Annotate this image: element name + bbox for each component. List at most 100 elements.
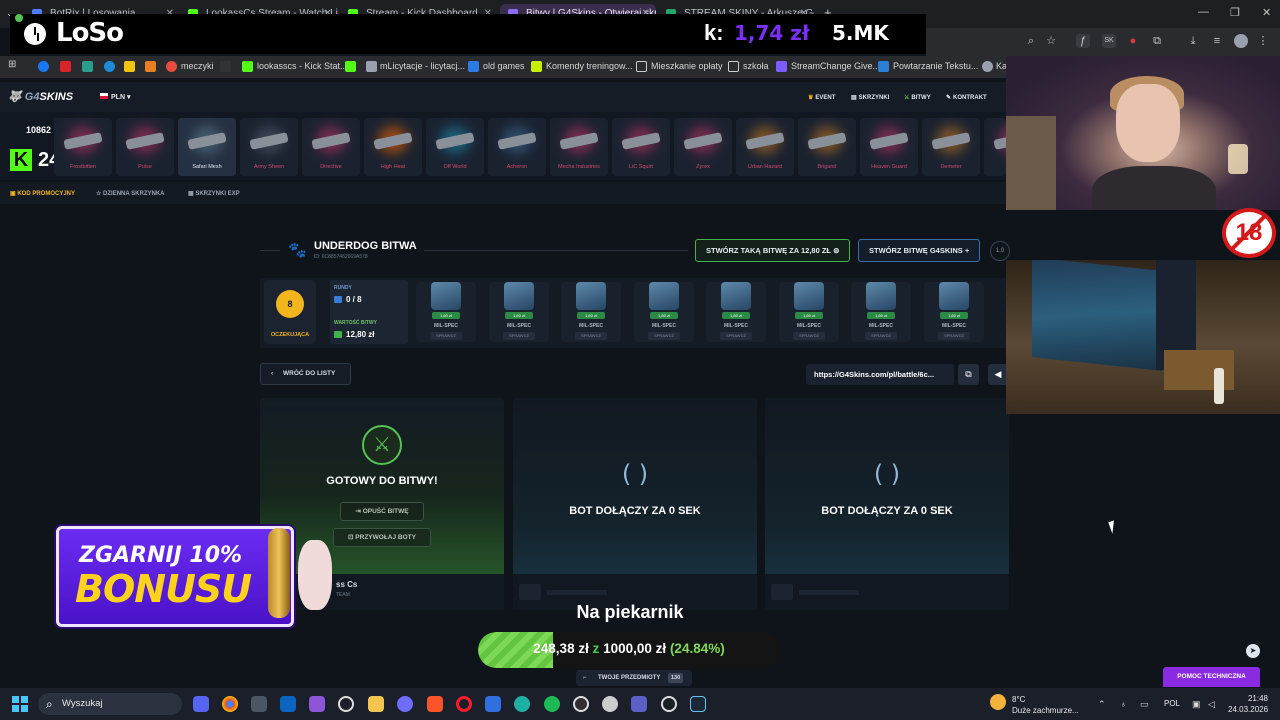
extension-icon[interactable]: SK [1102,34,1116,48]
your-items-button[interactable]: ⌐ TWOJE PRZEDMIOTY 130 [576,670,692,686]
folder-icon[interactable] [368,696,384,712]
bookmark-icon[interactable] [366,61,377,72]
weather-widget[interactable]: 8°C Duże zachmurze... [1012,694,1079,716]
bookmark-szkola[interactable]: szkoła [743,61,769,71]
leave-battle-button[interactable]: ⇥ OPUŚĆ BITWĘ [340,502,424,521]
brave-icon[interactable] [427,696,443,712]
keyboard-icon[interactable]: ▭ [1140,699,1149,710]
currency-select[interactable]: PLN ▾ [100,93,130,101]
store-icon[interactable] [251,696,267,712]
spotify-icon[interactable] [544,696,560,712]
nav-skrzynki[interactable]: ▤ SKRZYNKI [851,94,889,101]
app-icon[interactable] [602,696,618,712]
bookmark-meczyki[interactable]: meczyki [181,61,214,71]
bookmark-old-games[interactable]: old games [483,61,525,71]
bookmark-icon[interactable] [124,61,135,72]
round-case[interactable]: 1,60 zł MIL-SPEC SPRAWDŹ [706,282,766,342]
case-card[interactable]: Army Sheen [240,118,298,176]
case-card[interactable]: Off World [426,118,484,176]
nav-event[interactable]: ♛ EVENT [808,94,835,101]
folder-icon[interactable] [636,61,647,72]
nav-bitwy[interactable]: ⚔ BITWY [904,94,931,101]
telegram-icon[interactable]: ➤ [1246,644,1260,658]
taskbar-search[interactable]: Wyszukaj [38,693,182,715]
opera-icon[interactable] [456,696,472,712]
puzzle-icon[interactable]: ⧉ [1150,34,1164,48]
case-card[interactable]: Mecha Industries [550,118,608,176]
call-bots-button[interactable]: ⊡ PRZYWOŁAJ BOTY [333,528,431,547]
round-case[interactable]: 1,60 zł MIL-SPEC SPRAWDŹ [851,282,911,342]
speedometer-icon[interactable] [338,696,354,712]
weather-icon[interactable] [990,694,1006,710]
check-case-button[interactable]: SPRAWDŹ [720,332,752,340]
check-case-button[interactable]: SPRAWDŹ [575,332,607,340]
battle-link[interactable]: https://G4Skins.com/pl/battle/6c... [806,364,954,385]
visual-studio-icon[interactable] [309,696,325,712]
round-case[interactable]: 1,60 zł MIL-SPEC SPRAWDŹ [561,282,621,342]
daily-case-link[interactable]: ☆ DZIENNA SKRZYNKA [96,190,165,197]
case-card[interactable]: Brigand [798,118,856,176]
case-card[interactable]: Urban Hazard [736,118,794,176]
case-card[interactable]: Safari Mesh [178,118,236,176]
round-case[interactable]: 1,60 zł MIL-SPEC SPRAWDŹ [779,282,839,342]
bookmark-icon[interactable] [242,61,253,72]
app-icon[interactable] [485,696,501,712]
menu-list-icon[interactable]: ≡ [1210,34,1224,48]
case-card[interactable]: Heaven Guard [860,118,918,176]
extension-icon[interactable]: ƒ [1076,34,1090,48]
exp-cases-link[interactable]: ▦ SKRZYNKI EXP [188,190,240,197]
bookmark-streamchange[interactable]: StreamChange Give... [791,61,880,71]
bookmark-icon[interactable] [345,61,356,72]
chevron-up-icon[interactable]: ⌃ [1098,699,1106,710]
bookmark-icon[interactable] [468,61,479,72]
bookmark-icon[interactable] [220,61,231,72]
bookmark-icon[interactable] [145,61,156,72]
site-logo[interactable]: 🐺 G4SKINS [8,90,73,103]
bookmark-icon[interactable] [104,61,115,72]
bookmark-icon[interactable] [776,61,787,72]
outlook-icon[interactable] [280,696,296,712]
extension-icon[interactable]: ● [1126,34,1140,48]
more-icon[interactable]: ⋮ [1256,34,1270,48]
create-g4-battle-button[interactable]: STWÓRZ BITWĘ G4SKINS + [858,239,981,262]
round-case[interactable]: 1,60 zł MIL-SPEC SPRAWDŹ [924,282,984,342]
facebook-icon[interactable] [38,61,49,72]
bookmark-icon[interactable] [60,61,71,72]
maximize-icon[interactable]: ❐ [1230,6,1240,19]
bookmark-icon[interactable] [166,61,177,72]
bookmark-icon[interactable] [531,61,542,72]
download-icon[interactable]: ⤓ [1186,34,1200,48]
case-card[interactable]: Frostbitten [54,118,112,176]
bookmark-icon[interactable] [878,61,889,72]
case-card[interactable]: Demeter [922,118,980,176]
case-card[interactable]: Zyrex [674,118,732,176]
check-case-button[interactable]: SPRAWDŹ [793,332,825,340]
close-window-icon[interactable]: ✕ [1262,6,1271,19]
check-case-button[interactable]: SPRAWDŹ [503,332,535,340]
check-case-button[interactable]: SPRAWDŹ [648,332,680,340]
bookmark-mlicytacje[interactable]: mLicytacje - licytacj... [380,61,465,71]
zoom-icon[interactable]: ⌕ [1024,34,1038,48]
language-indicator[interactable]: POL [1164,699,1180,708]
round-case[interactable]: 1,60 zł MIL-SPEC SPRAWDŹ [416,282,476,342]
app-icon[interactable] [661,696,677,712]
volume-icon[interactable]: ◁ [1208,699,1215,710]
check-case-button[interactable]: SPRAWDŹ [430,332,462,340]
bookmark-lookasscs[interactable]: lookasscs - Kick Stat... [257,61,348,71]
promo-code-link[interactable]: ▣ KOD PROMOCYJNY [10,190,75,197]
windows-start-icon[interactable] [12,696,28,712]
bookmark-icon[interactable] [982,61,993,72]
case-card[interactable]: Pulse [116,118,174,176]
back-to-list-button[interactable]: ‹ WRÓĆ DO LISTY [260,363,351,385]
nav-kontrakt[interactable]: ✎ KONTRAKT [946,94,987,101]
check-case-button[interactable]: SPRAWDŹ [865,332,897,340]
edge-icon[interactable] [514,696,530,712]
sound-icon[interactable]: ◀ [988,364,1008,385]
microphone-icon[interactable]: ♁ [1120,699,1127,709]
tech-support-button[interactable]: POMOC TECHNICZNA [1163,667,1260,687]
folder-icon[interactable] [728,61,739,72]
case-card[interactable]: High Heat [364,118,422,176]
copy-icon[interactable]: ⧉ [958,364,979,385]
system-clock[interactable]: 21:48 24.03.2026 [1228,693,1268,715]
bookmark-komendy[interactable]: Komendy treningow... [546,61,633,71]
